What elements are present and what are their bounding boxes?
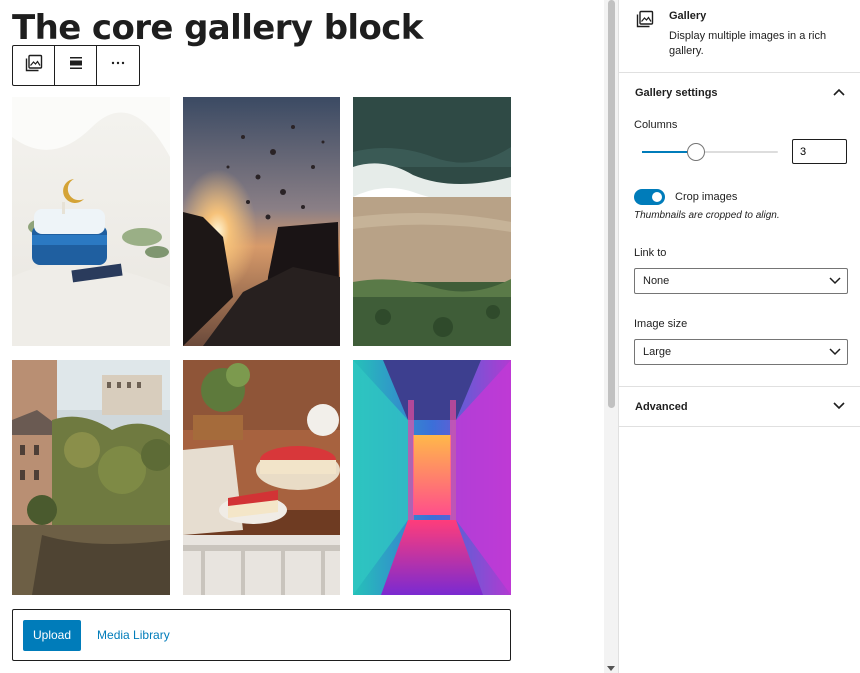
crop-images-toggle[interactable] — [634, 189, 665, 205]
advanced-panel-toggle[interactable]: Advanced — [619, 388, 860, 426]
image-size-value: Large — [643, 346, 672, 358]
block-card: Gallery Display multiple images in a ric… — [619, 0, 860, 73]
gallery-settings-panel-toggle[interactable]: Gallery settings — [619, 74, 860, 112]
gallery-image-neon-corridor[interactable] — [353, 360, 511, 595]
block-name: Gallery — [669, 10, 707, 22]
gallery-image-beach[interactable] — [353, 97, 511, 346]
align-button[interactable] — [55, 46, 97, 85]
columns-slider-thumb[interactable] — [687, 143, 706, 161]
editor-canvas: The core gallery block Upload Media Libr… — [0, 0, 604, 673]
upload-button[interactable]: Upload — [23, 619, 82, 651]
link-to-label: Link to — [634, 247, 667, 259]
columns-number-input[interactable] — [792, 139, 847, 164]
scrollbar-thumb[interactable] — [608, 0, 615, 408]
link-to-value: None — [643, 275, 670, 287]
panel-title: Gallery settings — [635, 87, 718, 99]
gallery-image-town[interactable] — [12, 360, 170, 595]
gallery-icon — [636, 10, 654, 28]
toggle-knob — [652, 192, 662, 202]
panel-divider — [619, 426, 860, 427]
gallery-upload-placeholder: Upload Media Library — [12, 609, 511, 661]
image-size-select[interactable]: Large — [634, 339, 848, 365]
editor-scrollbar[interactable] — [604, 0, 618, 673]
gallery-icon — [25, 54, 43, 77]
advanced-title: Advanced — [635, 401, 688, 413]
block-toolbar — [12, 45, 140, 86]
chevron-up-icon — [833, 87, 845, 99]
gallery-image-sunset[interactable] — [183, 97, 340, 346]
crop-images-label: Crop images — [675, 191, 738, 203]
align-icon — [68, 55, 84, 76]
settings-sidebar: Gallery Display multiple images in a ric… — [618, 0, 860, 673]
page-title[interactable]: The core gallery block — [12, 8, 423, 48]
block-type-button[interactable] — [13, 46, 55, 85]
chevron-down-icon — [833, 401, 845, 413]
block-description: Display multiple images in a rich galler… — [669, 30, 827, 57]
more-options-icon — [110, 55, 126, 76]
crop-images-help: Thumbnails are cropped to align. — [634, 210, 780, 221]
chevron-down-icon — [829, 347, 841, 359]
image-size-label: Image size — [634, 318, 688, 330]
panel-divider — [619, 386, 860, 387]
columns-label: Columns — [634, 119, 678, 131]
gallery-image-cheesecake[interactable] — [183, 360, 340, 595]
more-options-button[interactable] — [97, 46, 139, 85]
media-library-button[interactable]: Media Library — [97, 628, 170, 642]
chevron-down-icon — [829, 276, 841, 288]
link-to-select[interactable]: None — [634, 268, 848, 294]
columns-slider[interactable] — [642, 143, 778, 161]
gallery-image-cake[interactable] — [12, 97, 170, 346]
scroll-down-arrow-icon[interactable] — [607, 666, 615, 671]
